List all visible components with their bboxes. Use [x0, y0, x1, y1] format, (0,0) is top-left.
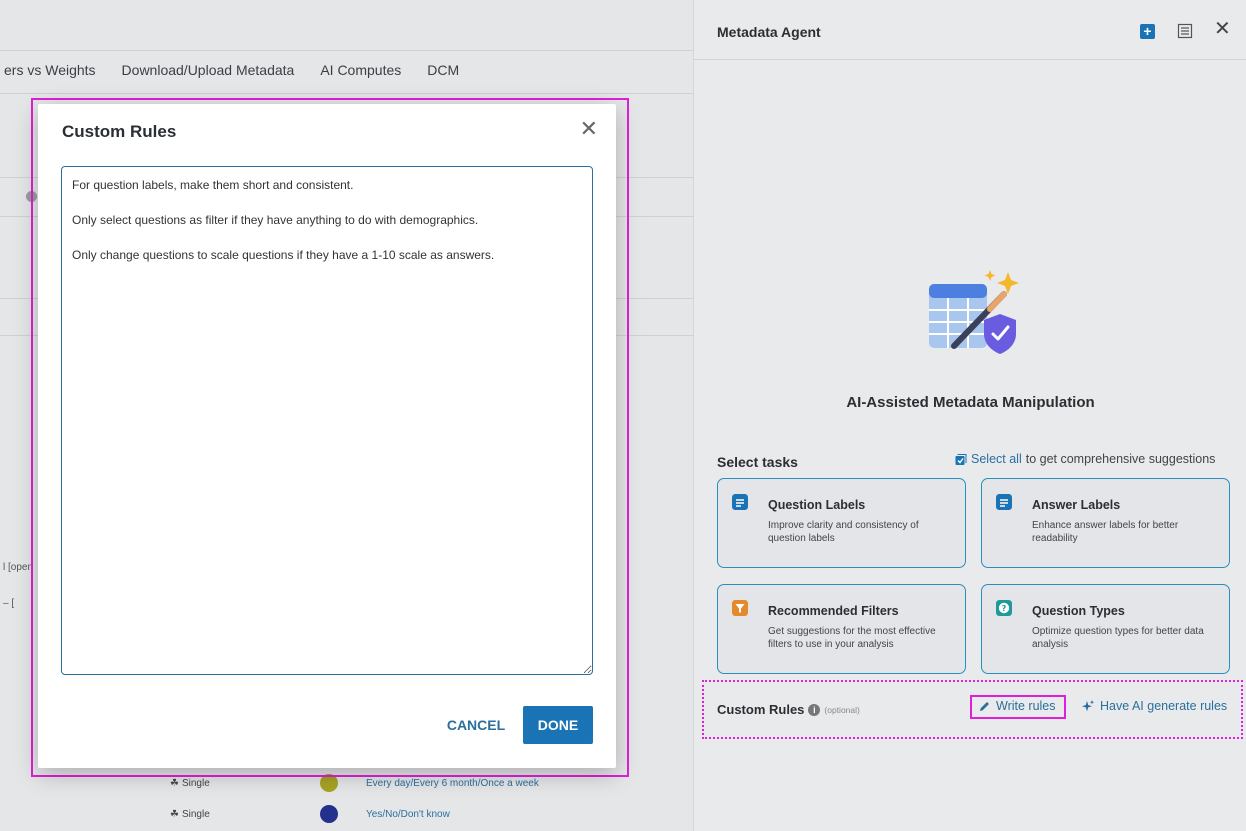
panel-title: Metadata Agent — [717, 24, 821, 40]
select-all-suffix: to get comprehensive suggestions — [1025, 452, 1216, 466]
rules-textarea[interactable] — [61, 166, 593, 675]
tab-download-upload-metadata[interactable]: Download/Upload Metadata — [122, 62, 295, 78]
divider — [0, 93, 693, 94]
custom-rules-label: Custom Rules — [717, 702, 805, 717]
type-cell: ☘ Single — [170, 778, 320, 789]
sparkle-icon — [1082, 700, 1095, 712]
hero-title: AI-Assisted Metadata Manipulation — [846, 394, 1095, 411]
custom-rules-modal: Custom Rules ✕ CANCEL DONE — [38, 104, 616, 768]
type-cell: ☘ Single — [170, 809, 320, 820]
task-description: Enhance answer labels for better readabi… — [1032, 520, 1179, 544]
cancel-button[interactable]: CANCEL — [438, 706, 514, 744]
doc-icon — [732, 494, 748, 510]
tab-ai-computes[interactable]: AI Computes — [320, 62, 401, 78]
single-choice-icon: ☘ — [170, 808, 179, 820]
task-title: Question Labels — [768, 498, 866, 512]
answers-link[interactable]: Yes/No/Don't know — [366, 809, 450, 820]
table-row: ☘ Single Yes/No/Don't know — [170, 805, 450, 823]
ai-table-wand-icon — [929, 270, 1019, 354]
type-label: Single — [181, 808, 210, 820]
select-all-row: Select all to get comprehensive suggesti… — [954, 452, 1215, 466]
single-choice-icon: ☘ — [170, 777, 179, 789]
filter-icon — [732, 600, 748, 616]
type-label: Single — [181, 777, 210, 789]
metadata-agent-panel: Metadata Agent + ✕ AI-Assisted Metadata … — [693, 0, 1246, 831]
answers-link[interactable]: Every day/Every 6 month/Once a week — [366, 778, 539, 789]
modal-title: Custom Rules — [62, 122, 177, 141]
question-icon: ? — [996, 600, 1012, 616]
info-icon[interactable]: i — [808, 703, 821, 716]
background-tabs: ers vs Weights Download/Upload Metadata … — [4, 62, 485, 78]
write-rules-label: Write rules — [996, 699, 1056, 713]
task-card-question-types[interactable]: ? Question Types Optimize question types… — [981, 584, 1230, 674]
select-tasks-label: Select tasks — [717, 454, 798, 470]
close-icon[interactable]: ✕ — [580, 118, 598, 140]
plus-icon[interactable]: + — [1140, 24, 1155, 39]
doc-icon — [996, 494, 1012, 510]
select-all-link[interactable]: Select all — [971, 452, 1022, 466]
text-fragment: – [ — [3, 598, 15, 609]
close-icon[interactable]: ✕ — [1214, 19, 1231, 39]
custom-rules-row: Custom Rules i (optional) — [717, 702, 860, 717]
task-title: Question Types — [1032, 604, 1125, 618]
tab-dcm[interactable]: DCM — [427, 62, 459, 78]
task-card-recommended-filters[interactable]: Recommended Filters Get suggestions for … — [717, 584, 966, 674]
panel-header: Metadata Agent + ✕ — [694, 0, 1246, 60]
task-description: Get suggestions for the most effective f… — [768, 626, 936, 650]
optional-label: (optional) — [824, 704, 860, 715]
task-title: Recommended Filters — [768, 604, 899, 618]
task-card-question-labels[interactable]: Question Labels Improve clarity and cons… — [717, 478, 966, 568]
task-description: Improve clarity and consistency of quest… — [768, 520, 919, 544]
svg-text:?: ? — [1002, 604, 1007, 613]
done-button[interactable]: DONE — [523, 706, 593, 744]
tab-raters-vs-weights[interactable]: ers vs Weights — [4, 62, 96, 78]
ai-generate-rules-button[interactable]: Have AI generate rules — [1081, 699, 1227, 713]
divider — [0, 50, 693, 51]
list-icon[interactable] — [1177, 23, 1193, 39]
write-rules-button[interactable]: Write rules — [978, 699, 1056, 713]
task-description: Optimize question types for better data … — [1032, 626, 1204, 650]
text-fragment: l [open — [3, 562, 34, 573]
color-dot — [320, 805, 338, 823]
select-all-checkbox-icon[interactable] — [954, 453, 967, 466]
task-card-answer-labels[interactable]: Answer Labels Enhance answer labels for … — [981, 478, 1230, 568]
ai-rules-label: Have AI generate rules — [1100, 699, 1228, 713]
pencil-icon — [980, 701, 989, 711]
task-title: Answer Labels — [1032, 498, 1121, 512]
